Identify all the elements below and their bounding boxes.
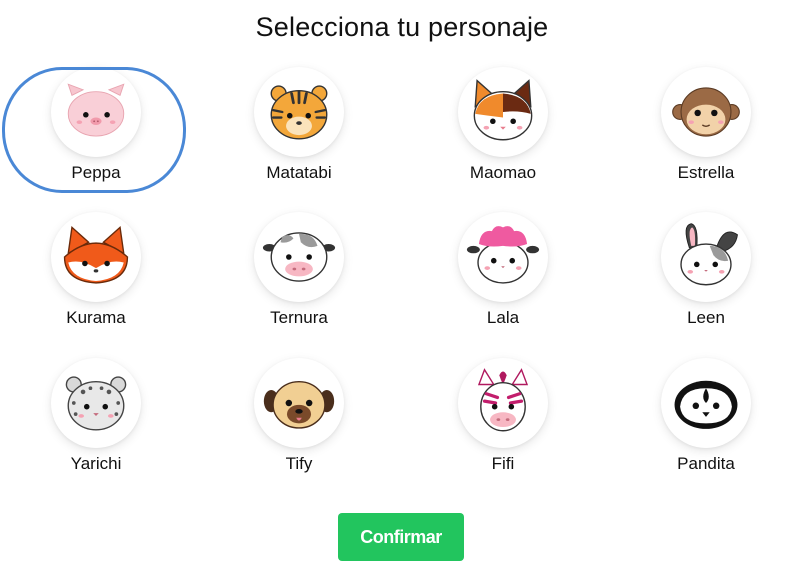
avatar <box>254 212 344 302</box>
character-name: Matatabi <box>266 163 332 182</box>
penguin-icon <box>674 380 738 429</box>
character-name: Kurama <box>66 308 126 327</box>
avatar <box>254 67 344 157</box>
fox-icon <box>63 226 129 284</box>
character-name: Leen <box>687 308 725 327</box>
character-card-pandita[interactable]: Pandita <box>616 358 796 488</box>
zebra-icon <box>477 368 529 432</box>
pug-icon <box>263 381 335 429</box>
character-card-fifi[interactable]: Fifi <box>413 358 593 488</box>
monkey-icon <box>672 87 740 137</box>
avatar <box>51 212 141 302</box>
character-card-ternura[interactable]: Ternura <box>209 212 389 342</box>
avatar <box>51 358 141 448</box>
character-name: Lala <box>486 308 520 327</box>
avatar <box>458 212 548 302</box>
avatar <box>51 67 141 157</box>
character-card-matatabi[interactable]: Matatabi <box>209 67 389 197</box>
character-card-lala[interactable]: Lala <box>413 212 593 342</box>
character-card-kurama[interactable]: Kurama <box>6 212 186 342</box>
character-name: Tify <box>285 454 313 473</box>
confirm-button[interactable]: Confirmar <box>338 513 464 561</box>
sheep-icon <box>466 226 540 284</box>
character-name: Maomao <box>469 163 537 182</box>
character-name: Estrella <box>677 163 735 182</box>
character-name: Fifi <box>491 454 515 473</box>
avatar <box>458 358 548 448</box>
rabbit-icon <box>680 223 738 286</box>
character-card-maomao[interactable]: Maomao <box>413 67 593 197</box>
pig-icon <box>67 83 125 137</box>
avatar <box>254 358 344 448</box>
character-card-peppa[interactable]: Peppa <box>6 67 186 197</box>
character-card-yarichi[interactable]: Yarichi <box>6 358 186 488</box>
snow-leopard-icon <box>65 376 127 431</box>
avatar <box>661 67 751 157</box>
cow-icon <box>262 232 336 282</box>
character-name: Yarichi <box>70 454 122 473</box>
character-card-estrella[interactable]: Estrella <box>616 67 796 197</box>
character-grid: Peppa Matatabi Maomao Estrella Kurama Te… <box>0 0 804 575</box>
character-card-tify[interactable]: Tify <box>209 358 389 488</box>
tiger-icon <box>270 85 328 140</box>
character-card-leen[interactable]: Leen <box>616 212 796 342</box>
avatar <box>661 358 751 448</box>
avatar <box>458 67 548 157</box>
character-name: Peppa <box>71 163 121 182</box>
avatar <box>661 212 751 302</box>
character-name: Ternura <box>270 308 328 327</box>
calico-cat-icon <box>473 79 533 141</box>
character-name: Pandita <box>677 454 735 473</box>
